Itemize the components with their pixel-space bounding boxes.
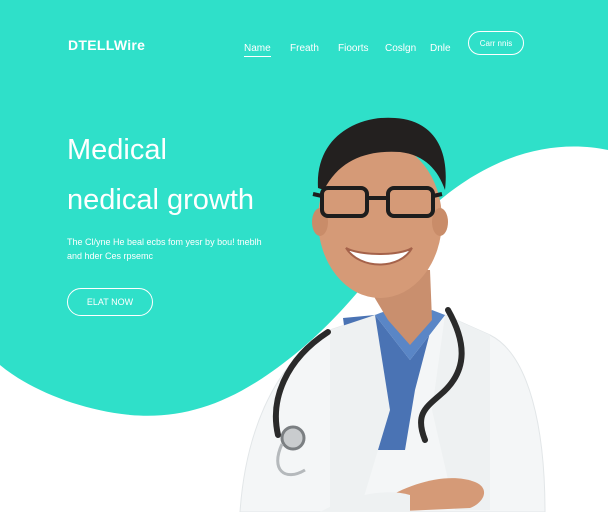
nav-item-freath[interactable]: Freath <box>290 43 319 54</box>
nav-cta-button[interactable]: Carr nnis <box>468 31 524 55</box>
hero-subtitle-line-2: and hder Ces rpsemc <box>67 251 154 261</box>
brand-logo[interactable]: DTELLWire <box>68 37 145 53</box>
doctor-portrait-image <box>239 117 546 512</box>
nav-item-fioorts[interactable]: Fioorts <box>338 43 369 54</box>
stethoscope-chestpiece <box>280 425 306 451</box>
hero-cta-button[interactable]: ELAT NOW <box>67 288 153 316</box>
hero-title-line-1: Medical <box>67 134 167 166</box>
nav-item-name[interactable]: Name <box>244 43 271 57</box>
nav-item-dnle[interactable]: Dnle <box>430 43 451 54</box>
top-navigation: DTELLWire Name Freath Fioorts Coslgn Dnl… <box>0 0 608 90</box>
nav-item-coslgn[interactable]: Coslgn <box>385 43 416 54</box>
